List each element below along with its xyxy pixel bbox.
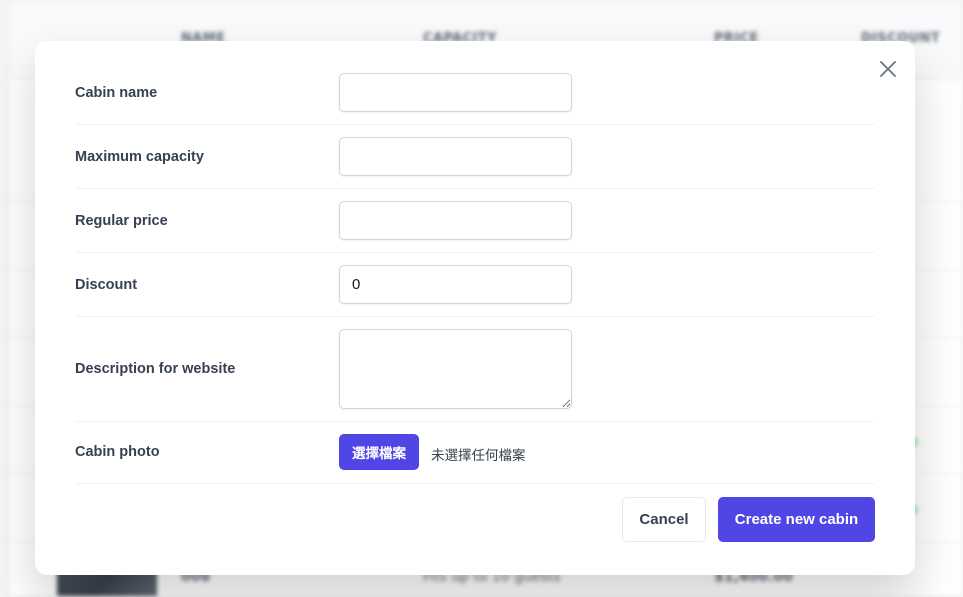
description-textarea[interactable] xyxy=(339,329,572,409)
max-capacity-input[interactable] xyxy=(339,137,572,176)
form-row-max-capacity: Maximum capacity xyxy=(75,125,875,189)
cancel-button[interactable]: Cancel xyxy=(622,497,706,542)
create-cabin-button[interactable]: Create new cabin xyxy=(718,497,875,542)
description-label: Description for website xyxy=(75,361,236,377)
cabin-name-label: Cabin name xyxy=(75,85,158,101)
close-icon xyxy=(880,61,896,77)
cabin-name-input[interactable] xyxy=(339,73,572,112)
form-row-cabin-photo: Cabin photo 選擇檔案 未選擇任何檔案 xyxy=(75,422,875,484)
form-row-description: Description for website xyxy=(75,317,875,422)
form-row-cabin-name: Cabin name xyxy=(75,61,875,125)
regular-price-input[interactable] xyxy=(339,201,572,240)
file-status-text: 未選擇任何檔案 xyxy=(431,448,526,464)
discount-input[interactable] xyxy=(339,265,572,304)
form-row-regular-price: Regular price xyxy=(75,189,875,253)
max-capacity-label: Maximum capacity xyxy=(75,149,204,165)
cabin-photo-label: Cabin photo xyxy=(75,444,160,460)
choose-file-button[interactable]: 選擇檔案 xyxy=(339,434,419,470)
form-row-discount: Discount xyxy=(75,253,875,317)
create-cabin-modal: Cabin name Maximum capacity Regular pric… xyxy=(35,41,915,575)
regular-price-label: Regular price xyxy=(75,213,168,229)
discount-label: Discount xyxy=(75,277,138,293)
close-button[interactable] xyxy=(877,58,899,80)
